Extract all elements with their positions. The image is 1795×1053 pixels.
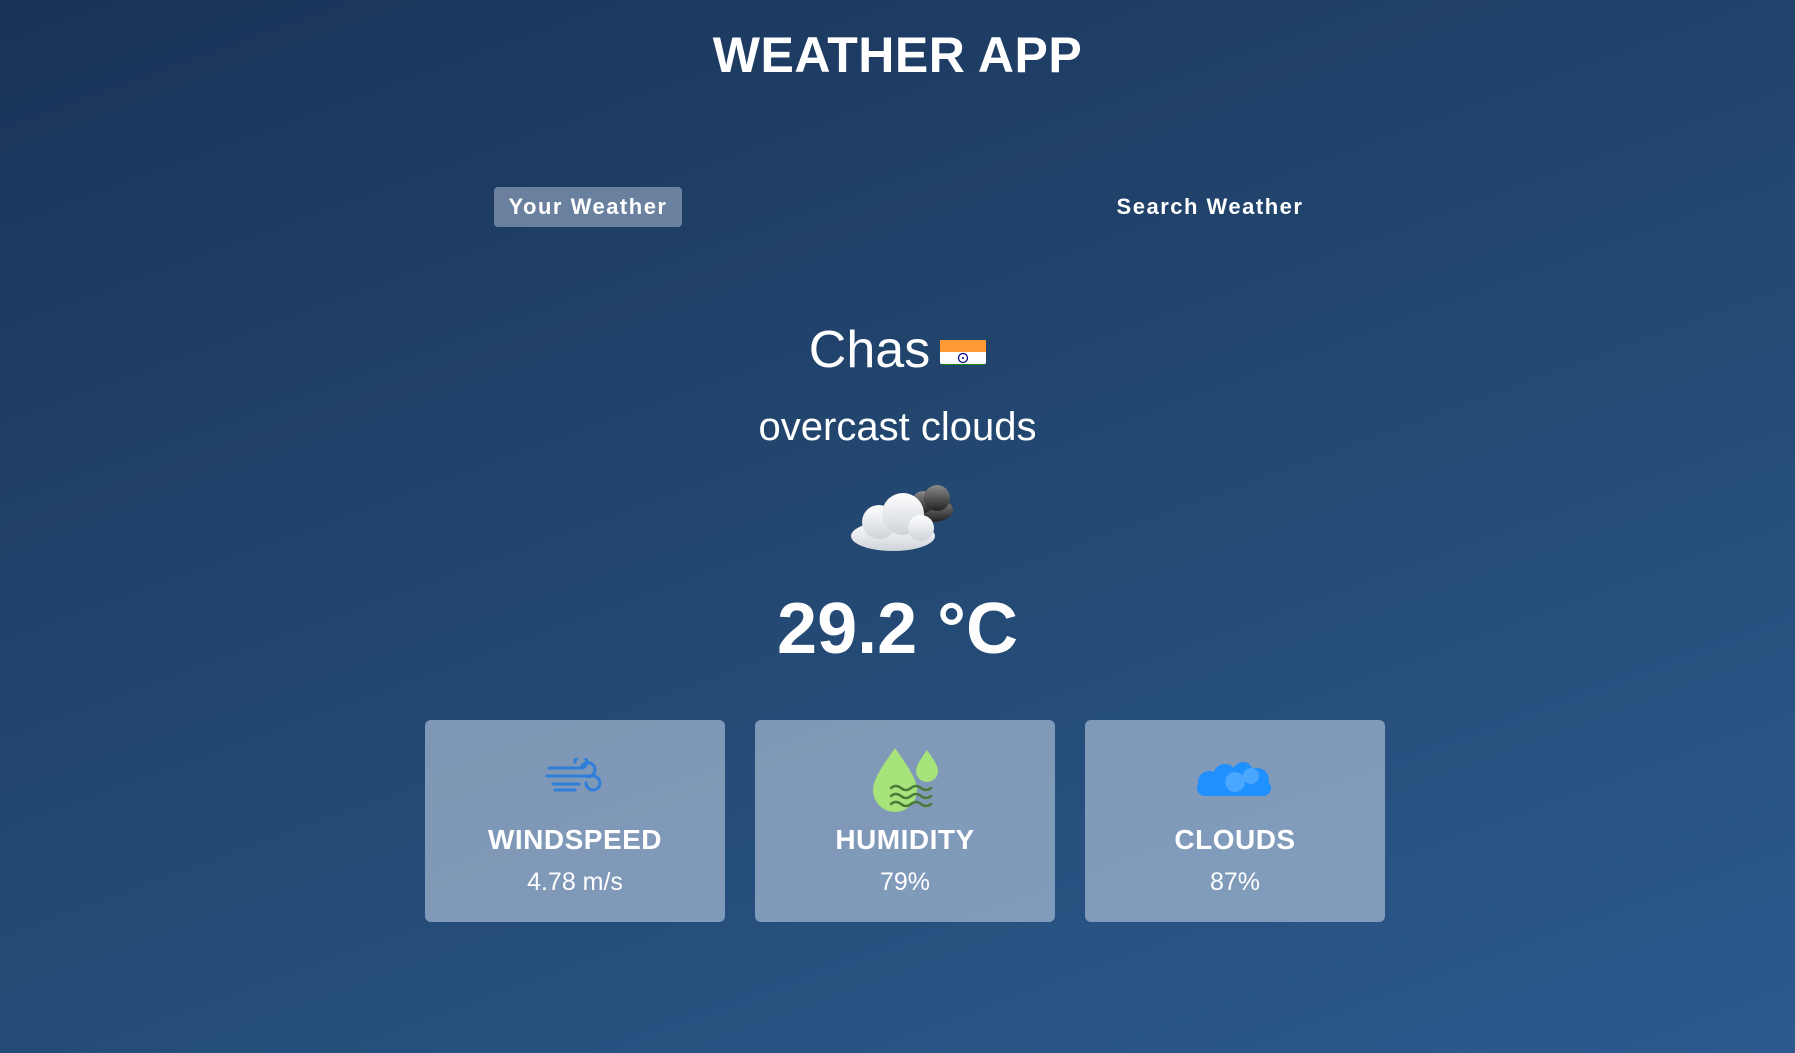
tab-your-weather[interactable]: Your Weather: [494, 187, 682, 227]
clouds-label: CLOUDS: [1174, 824, 1296, 855]
india-flag-icon: [940, 329, 987, 366]
app-title: WEATHER APP: [712, 27, 1083, 83]
humidity-label: HUMIDITY: [835, 824, 975, 855]
tab-search-weather[interactable]: Search Weather: [1100, 187, 1320, 227]
clouds-icon: [1085, 762, 1385, 798]
humidity-value: 79%: [879, 868, 931, 896]
city-name: Chas: [808, 321, 931, 379]
clouds-card: CLOUDS 87%: [1085, 720, 1385, 922]
wind-icon: [425, 758, 725, 794]
location-row: Chas: [0, 320, 1795, 380]
windspeed-value: 4.78 m/s: [527, 868, 623, 896]
windspeed-card: WINDSPEED 4.78 m/s: [425, 720, 725, 922]
weather-description: overcast clouds: [758, 405, 1037, 449]
windspeed-label: WINDSPEED: [487, 824, 663, 855]
clouds-value: 87%: [1209, 868, 1261, 896]
humidity-icon: [755, 746, 1055, 814]
overcast-clouds-icon: [845, 478, 965, 558]
temperature: 29.2 °C: [777, 589, 1018, 669]
humidity-card: HUMIDITY 79%: [755, 720, 1055, 922]
